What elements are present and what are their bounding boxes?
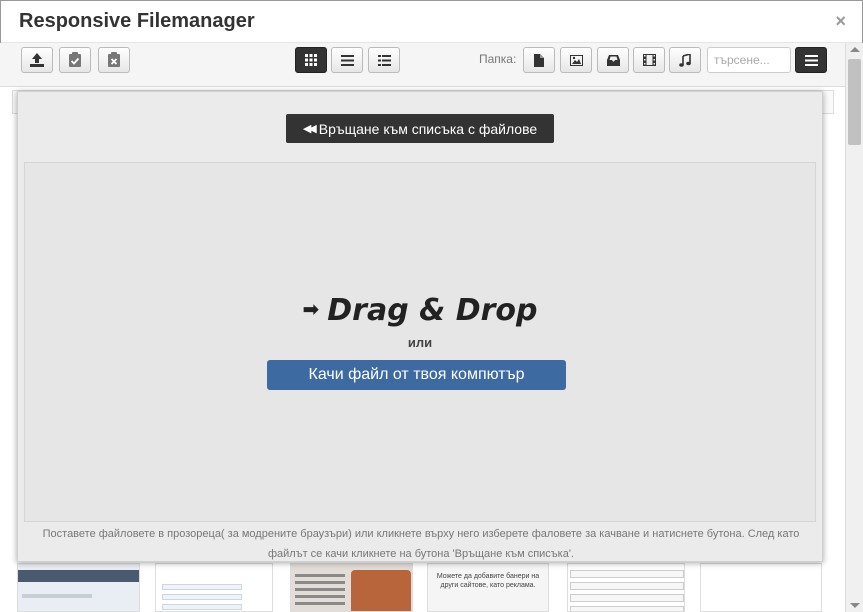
thumbnail-preview [295,581,345,584]
thumbnail-preview [162,584,242,590]
modal-header: Responsive Filemanager × [1,1,862,43]
thumbnail-caption: Можете да добавите банери на други сайто… [436,573,540,589]
back-to-list-button[interactable]: ◀◀ Връщане към списъка с файлове [286,114,554,143]
paste-icon [69,52,81,67]
filter-images-button[interactable] [560,47,592,73]
back-to-list-label: Връщане към списъка с файлове [318,120,538,137]
drag-drop-text: Drag & Drop [327,293,538,328]
thumbnail-preview [570,606,684,611]
thumbnail-preview [570,582,684,590]
upload-from-computer-button[interactable]: Качи файл от твоя компютър [267,360,566,390]
thumbnail-preview [18,570,139,582]
thumbnail-preview [162,594,242,600]
or-label: или [407,335,433,350]
thumbnail-preview [351,570,411,611]
modal-title: Responsive Filemanager [19,10,255,32]
drop-zone[interactable]: ➡ Drag & Drop или Качи файл от твоя компю… [24,162,816,522]
columns-view-icon [377,54,391,66]
thumbnail-preview [22,594,92,598]
upload-panel: ◀◀ Връщане към списъка с файлове ➡ Drag &… [17,91,823,562]
clear-clipboard-icon [108,52,120,67]
list-view-icon [340,54,354,66]
scroll-up-arrow-icon[interactable] [850,47,860,52]
file-thumbnail[interactable] [290,563,413,612]
file-grid: Можете да добавите банери на други сайто… [0,563,845,612]
drag-drop-title: ➡ Drag & Drop [25,293,815,328]
file-thumbnail[interactable] [17,563,140,612]
thumbnail-preview [570,570,684,578]
columns-view-button[interactable] [368,47,400,73]
grid-view-button[interactable] [295,47,327,73]
upload-icon [30,53,44,67]
video-icon [642,54,656,66]
thumbnail-preview [570,594,684,602]
thumbnail-preview [295,595,345,598]
grid-view-icon [305,54,317,66]
clear-clipboard-button[interactable] [98,47,130,73]
scroll-down-arrow-icon[interactable] [850,603,860,608]
upload-help-text: Поставете файловете в прозореца( за модр… [42,528,800,560]
vertical-scrollbar[interactable] [845,43,863,612]
close-button[interactable]: × [835,12,846,30]
archive-icon [606,54,620,66]
filemanager-content: Папка: търсене... Можете да добавите бан… [0,43,845,612]
image-icon [569,54,583,66]
filter-music-button[interactable] [669,47,701,73]
filter-videos-button[interactable] [633,47,665,73]
thumbnail-preview [295,602,345,605]
filter-files-button[interactable] [523,47,555,73]
thumbnail-preview [295,588,345,591]
file-thumbnail[interactable] [567,563,685,612]
hand-right-icon: ➡ [302,297,320,321]
file-thumbnail[interactable]: Можете да добавите банери на други сайто… [427,563,549,612]
thumbnail-preview [295,574,345,577]
filter-archives-button[interactable] [597,47,629,73]
file-thumbnail[interactable] [155,563,273,612]
paste-button[interactable] [59,47,91,73]
search-input[interactable] [707,47,791,73]
thumbnail-preview [162,604,242,610]
scroll-thumb[interactable] [848,59,861,145]
folder-filter-label: Папка: [479,52,517,66]
toolbar: Папка: [0,43,845,87]
music-icon [679,53,691,67]
list-view-button[interactable] [331,47,363,73]
menu-icon [804,54,818,66]
backward-icon: ◀◀ [302,123,317,135]
upload-button[interactable] [21,47,53,73]
menu-button[interactable] [795,47,827,73]
file-thumbnail[interactable] [700,563,822,612]
file-icon [534,53,544,67]
